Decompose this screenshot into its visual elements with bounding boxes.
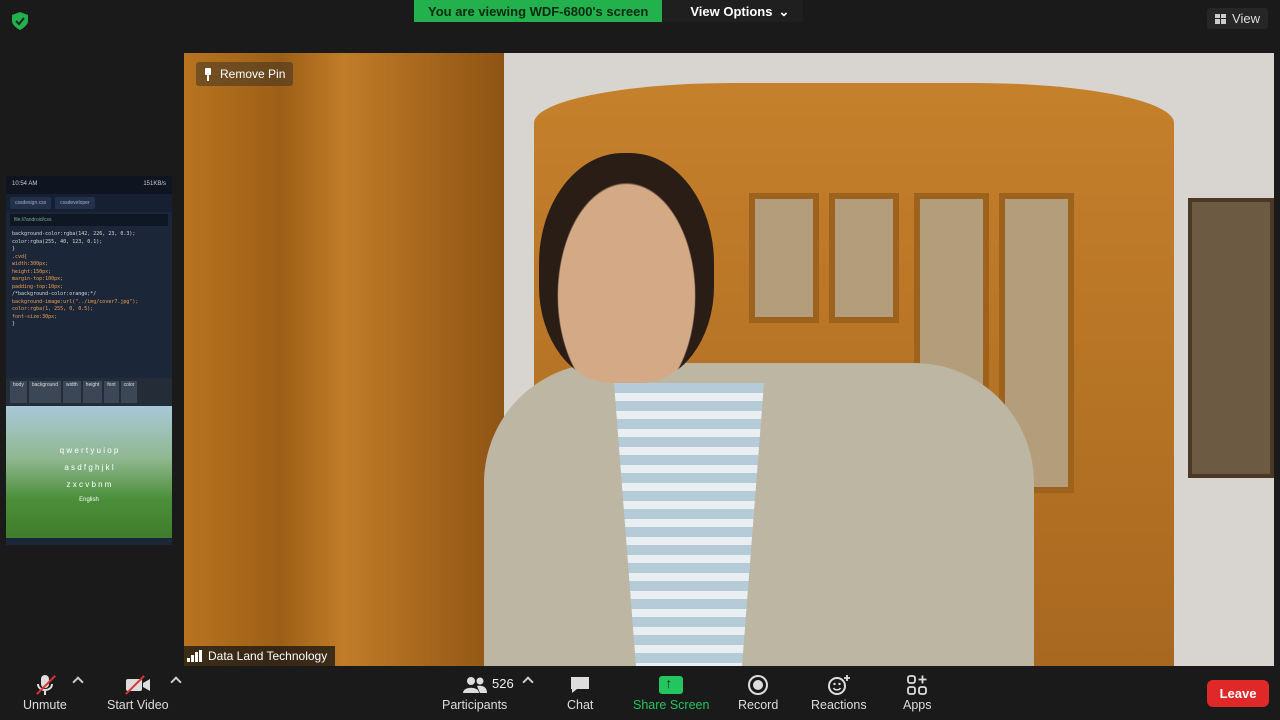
share-screen-label: Share Screen xyxy=(633,698,710,712)
unmute-label: Unmute xyxy=(23,698,67,712)
chat-bubble-icon xyxy=(569,672,591,698)
code-line: height:150px; xyxy=(12,268,52,275)
code-line: background-image:url("../img/cover7.jpg"… xyxy=(12,298,139,305)
chevron-down-icon: ⌄ xyxy=(778,4,790,19)
code-line: font-size:30px; xyxy=(12,313,58,320)
phone-network-status: 151KB/s xyxy=(143,181,166,187)
remove-pin-button[interactable]: Remove Pin xyxy=(196,62,294,86)
security-shield-icon[interactable] xyxy=(12,12,28,30)
keyboard-row: q w e r t y u i o p xyxy=(59,446,119,455)
keyboard-row: a s d f g h j k l xyxy=(64,463,114,472)
microphone-muted-icon xyxy=(35,672,55,698)
participants-label: Participants xyxy=(442,698,508,712)
code-line: width:300px; xyxy=(12,261,49,267)
view-options-label: View Options xyxy=(690,4,773,19)
keyboard-row: z x c v b n m xyxy=(66,480,112,489)
signal-strength-icon xyxy=(187,650,202,662)
record-icon xyxy=(748,672,769,698)
suggestion-key: color xyxy=(120,381,138,403)
phone-time: 10:54 AM xyxy=(12,181,38,187)
top-bar: You are viewing WDF-6800's screen View O… xyxy=(0,0,1280,48)
share-screen-icon xyxy=(659,672,684,698)
video-background-carved-panel xyxy=(1188,198,1274,478)
code-line: .cvd{ xyxy=(12,253,28,260)
keyboard-language: English xyxy=(79,497,99,503)
participants-icon xyxy=(462,672,488,698)
viewing-screen-label: You are viewing WDF-6800's screen xyxy=(414,0,663,22)
person-head xyxy=(539,153,714,383)
video-options-chevron-icon[interactable] xyxy=(170,676,182,688)
start-video-label: Start Video xyxy=(107,698,169,712)
reactions-label: Reactions xyxy=(811,698,867,712)
video-background-cabinet-left xyxy=(184,53,504,666)
code-line: } xyxy=(12,321,16,327)
main-video-feed[interactable] xyxy=(184,53,1274,666)
editor-tab: cssdesign.css xyxy=(10,197,52,209)
code-line: color:rgba(1, 255, 0, 0.5); xyxy=(12,306,94,312)
editor-tabs: cssdesign.css cssdeveloper xyxy=(6,194,172,212)
record-label: Record xyxy=(738,698,779,712)
suggestion-keys: body background width height font color xyxy=(6,378,172,406)
audio-options-chevron-icon[interactable] xyxy=(72,676,84,688)
code-editor: background-color:rgba(142, 226, 23, 0.3)… xyxy=(6,228,172,378)
view-options-button[interactable]: View Options ⌄ xyxy=(662,0,804,22)
phone-keyboard: q w e r t y u i o p a s d f g h j k l z … xyxy=(6,406,172,538)
editor-tab: cssdeveloper xyxy=(55,197,95,209)
unmute-button[interactable]: Unmute xyxy=(23,672,67,712)
participants-options-chevron-icon[interactable] xyxy=(522,676,534,688)
meeting-toolbar: Unmute Start Video Participants Chat Sha… xyxy=(0,668,1280,720)
screen-share-banner: You are viewing WDF-6800's screen View O… xyxy=(414,0,804,22)
grid-view-icon xyxy=(1215,13,1227,24)
participant-name-tag: Data Land Technology xyxy=(184,646,336,666)
apps-label: Apps xyxy=(903,698,932,712)
person-shirt xyxy=(614,383,764,666)
share-screen-button[interactable]: Share Screen xyxy=(633,672,709,712)
code-line: background-color:rgba(142, 226, 23, 0.3)… xyxy=(12,231,136,237)
participants-count: 526 xyxy=(492,676,514,691)
code-line: margin-top:100px; xyxy=(12,276,64,282)
leave-button[interactable]: Leave xyxy=(1207,680,1269,707)
chat-button[interactable]: Chat xyxy=(567,672,593,712)
suggestion-key: background xyxy=(28,381,61,403)
start-video-button[interactable]: Start Video xyxy=(107,672,169,712)
shared-screen-thumbnail[interactable]: 10:54 AM 151KB/s cssdesign.css cssdevelo… xyxy=(6,176,172,545)
apps-button[interactable]: Apps xyxy=(903,672,932,712)
code-line: padding-top:10px; xyxy=(12,283,64,290)
code-line: /*background-color:orange;*/ xyxy=(12,291,97,297)
suggestion-key: width xyxy=(62,381,81,403)
code-line: color:rgba(255, 40, 123, 0.1); xyxy=(12,238,103,245)
pin-icon xyxy=(204,67,212,81)
video-camera-off-icon xyxy=(124,672,152,698)
view-button[interactable]: View xyxy=(1207,8,1268,29)
code-line: } xyxy=(12,246,16,252)
smiley-plus-icon xyxy=(827,672,851,698)
suggestion-key: height xyxy=(82,381,103,403)
view-label: View xyxy=(1232,11,1260,26)
chat-label: Chat xyxy=(567,698,594,712)
editor-path: file:///android/css xyxy=(10,214,168,226)
participant-name: Data Land Technology xyxy=(208,649,328,663)
record-button[interactable]: Record xyxy=(738,672,778,712)
reactions-button[interactable]: Reactions xyxy=(811,672,867,712)
suggestion-key: font xyxy=(104,381,119,403)
apps-icon xyxy=(906,672,928,698)
suggestion-key: body xyxy=(10,381,27,403)
remove-pin-label: Remove Pin xyxy=(220,67,286,81)
phone-status-bar: 10:54 AM 151KB/s xyxy=(6,176,172,194)
